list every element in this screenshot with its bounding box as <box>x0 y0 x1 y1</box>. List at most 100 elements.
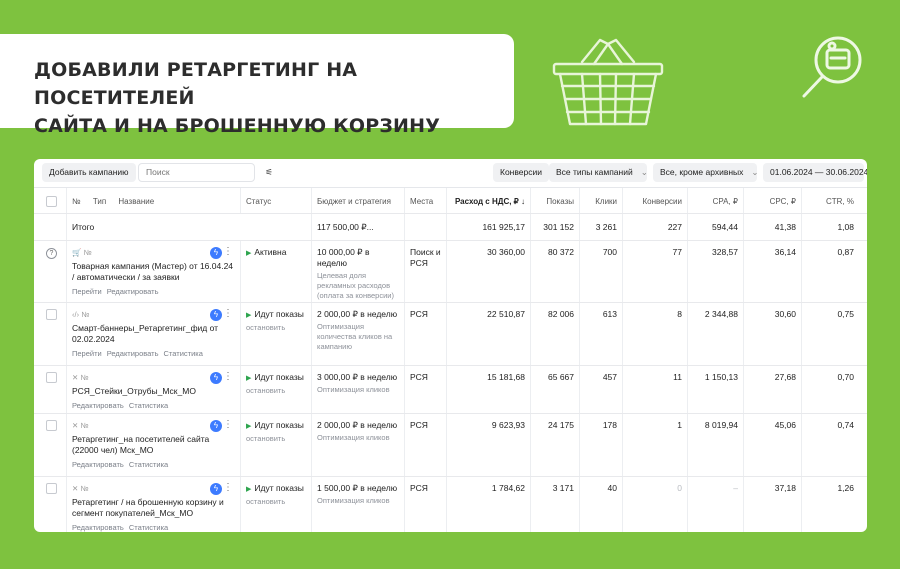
row-checkbox[interactable] <box>46 309 57 320</box>
status-text: Идут показы <box>254 372 304 382</box>
cpc-value: 45,06 <box>744 414 802 476</box>
date-range-button[interactable]: 01.06.2024 — 30.06.2024 <box>763 163 867 182</box>
go-link[interactable]: Перейти <box>72 287 102 296</box>
search-input[interactable] <box>138 163 255 182</box>
toolbar: Добавить кампанию ⚟ Конверсии Все типы к… <box>34 159 867 187</box>
row-checkbox[interactable] <box>46 372 57 383</box>
total-spend: 161 925,17 <box>447 214 531 240</box>
play-icon: ▶ <box>246 312 252 319</box>
col-cpa[interactable]: CPA, ₽ <box>688 188 744 213</box>
campaign-name[interactable]: Смарт-баннеры_Ретаргетинг_фид от 02.02.2… <box>72 323 235 345</box>
strategy-text: Целевая доля рекламных расходов (оплата … <box>317 271 394 300</box>
budget-cell: 2 000,00 ₽ в неделю Оптимизация кликов <box>312 414 405 476</box>
edit-link[interactable]: Редактировать <box>107 349 159 358</box>
cpa-value: 8 019,94 <box>688 414 744 476</box>
basket-icon <box>552 38 664 126</box>
more-menu-icon[interactable]: ⋮ <box>223 371 233 382</box>
spend-value: 22 510,87 <box>447 303 531 365</box>
go-link[interactable]: Перейти <box>72 349 102 358</box>
conversions-value: 8 <box>623 303 688 365</box>
archive-filter-select[interactable]: Все, кроме архивных ⌄ <box>653 163 759 182</box>
budget-value[interactable]: 1 500,00 ₽ в неделю <box>317 483 399 494</box>
more-menu-icon[interactable]: ⋮ <box>223 419 233 430</box>
campaign-number: № <box>80 421 89 430</box>
stop-link[interactable]: остановить <box>246 497 306 507</box>
strategy-text: Оптимизация кликов <box>317 433 390 442</box>
budget-value[interactable]: 2 000,00 ₽ в неделю <box>317 420 399 431</box>
campaign-name[interactable]: Товарная кампания (Мастер) от 16.04.24 /… <box>72 261 235 283</box>
stop-link[interactable]: остановить <box>246 323 306 333</box>
edit-link[interactable]: Редактировать <box>72 401 124 410</box>
budget-value[interactable]: 2 000,00 ₽ в неделю <box>317 309 399 320</box>
places-value: РСЯ <box>405 303 447 365</box>
col-num[interactable]: № <box>72 197 81 206</box>
network-icon: ✕ <box>72 484 79 493</box>
lightning-icon[interactable]: ϟ <box>210 420 222 432</box>
spend-value: 9 623,93 <box>447 414 531 476</box>
conversions-button[interactable]: Конверсии <box>493 163 549 182</box>
stats-link[interactable]: Статистика <box>129 523 168 532</box>
edit-link[interactable]: Редактировать <box>107 287 159 296</box>
campaign-types-select[interactable]: Все типы кампаний ⌄ <box>549 163 648 182</box>
places-value: РСЯ <box>405 414 447 476</box>
stop-link[interactable]: остановить <box>246 434 306 444</box>
more-menu-icon[interactable]: ⋮ <box>223 308 233 319</box>
budget-cell: 1 500,00 ₽ в неделю Оптимизация кликов <box>312 477 405 532</box>
add-campaign-button[interactable]: Добавить кампанию <box>42 163 136 182</box>
play-icon: ▶ <box>246 486 252 493</box>
col-status[interactable]: Статус <box>240 188 312 213</box>
col-ctr[interactable]: CTR, % <box>802 188 859 213</box>
places-value: РСЯ <box>405 366 447 413</box>
strategy-text: Оптимизация кликов <box>317 385 390 394</box>
col-spend[interactable]: Расход с НДС, ₽ ↓ <box>447 188 531 213</box>
budget-cell: 10 000,00 ₽ в неделю Целевая доля реклам… <box>312 241 405 302</box>
lightning-icon[interactable]: ϟ <box>210 372 222 384</box>
row-checkbox[interactable] <box>46 420 57 431</box>
code-icon: ‹/› <box>72 310 80 319</box>
title-card: ДОБАВИЛИ РЕТАРГЕТИНГ НА ПОСЕТИТЕЛЕЙ САЙТ… <box>0 34 514 137</box>
col-impressions[interactable]: Показы <box>531 188 580 213</box>
campaign-name[interactable]: Ретаргетинг / на брошенную корзину и сег… <box>72 497 235 519</box>
chevron-down-icon: ⌄ <box>751 167 759 177</box>
help-icon[interactable]: ? <box>46 248 57 259</box>
spend-value: 15 181,68 <box>447 366 531 413</box>
cpa-value: 1 150,13 <box>688 366 744 413</box>
impressions-value: 82 006 <box>531 303 580 365</box>
col-type[interactable]: Тип <box>93 197 106 206</box>
edit-link[interactable]: Редактировать <box>72 523 124 532</box>
status-text: Активна <box>254 247 287 257</box>
lightning-icon[interactable]: ϟ <box>210 309 222 321</box>
col-cpc[interactable]: CPC, ₽ <box>744 188 802 213</box>
more-menu-icon[interactable]: ⋮ <box>223 482 233 493</box>
budget-value[interactable]: 3 000,00 ₽ в неделю <box>317 372 399 383</box>
col-places[interactable]: Места <box>405 188 447 213</box>
lightning-icon[interactable]: ϟ <box>210 483 222 495</box>
more-menu-icon[interactable]: ⋮ <box>223 246 233 257</box>
select-all-checkbox[interactable] <box>34 188 67 213</box>
col-budget[interactable]: Бюджет и стратегия <box>312 188 405 213</box>
campaign-name[interactable]: Ретаргетинг_на посетителей сайта (22000 … <box>72 434 235 456</box>
edit-link[interactable]: Редактировать <box>72 460 124 469</box>
row-checkbox[interactable] <box>46 483 57 494</box>
campaign-cell: ✕ № Ретаргетинг_на посетителей сайта (22… <box>67 414 240 476</box>
total-clicks: 3 261 <box>580 214 623 240</box>
filter-settings-icon[interactable]: ⚟ <box>259 163 279 182</box>
stop-link[interactable]: остановить <box>246 386 306 396</box>
title-line-2: САЙТА И НА БРОШЕННУЮ КОРЗИНУ <box>34 115 441 137</box>
campaign-cell: ‹/› № Смарт-баннеры_Ретаргетинг_фид от 0… <box>67 303 240 365</box>
stats-link[interactable]: Статистика <box>129 401 168 410</box>
status-cell: ▶ Идут показы остановить <box>240 303 312 365</box>
stats-link[interactable]: Статистика <box>129 460 168 469</box>
total-label: Итого <box>67 214 312 240</box>
table-row: ? 🛒 № Товарная кампания (Мастер) от 16.0… <box>34 241 867 303</box>
col-name[interactable]: Название <box>118 197 154 206</box>
cpc-value: 37,18 <box>744 477 802 532</box>
campaign-number: № <box>83 248 92 257</box>
ctr-value: 0,74 <box>837 420 854 430</box>
lightning-icon[interactable]: ϟ <box>210 247 222 259</box>
stats-link[interactable]: Статистика <box>164 349 203 358</box>
col-conversions[interactable]: Конверсии <box>623 188 688 213</box>
col-clicks[interactable]: Клики <box>580 188 623 213</box>
campaign-name[interactable]: РСЯ_Стейки_Отрубы_Мск_МО <box>72 386 235 397</box>
budget-value[interactable]: 10 000,00 ₽ в неделю <box>317 247 399 269</box>
